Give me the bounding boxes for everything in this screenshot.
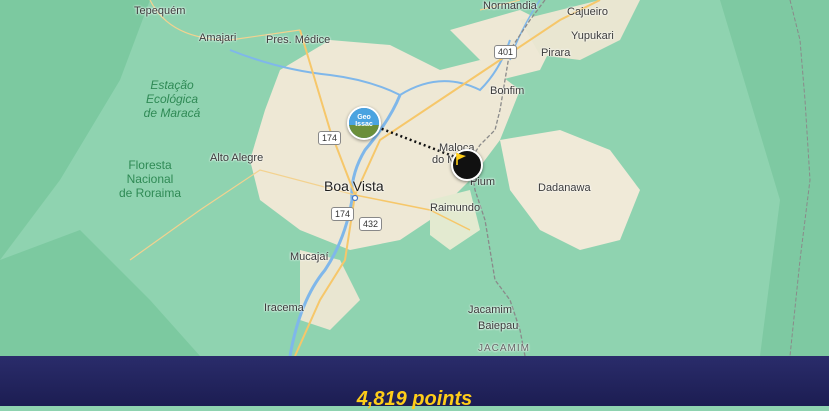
place-cajueiro: Cajueiro: [567, 6, 608, 18]
answer-marker[interactable]: [451, 149, 483, 181]
place-alto-alegre: Alto Alegre: [210, 152, 264, 164]
place-jacamim: Jacamim: [468, 304, 513, 316]
park-maraca-line3: de Maracá: [143, 106, 201, 120]
place-jacamim-region: JACAMIM: [478, 343, 530, 354]
place-mucajai: Mucajaí: [290, 251, 329, 263]
place-baiepau: Baiepau: [478, 320, 519, 332]
map-view[interactable]: Tepequém Normandia Cajueiro Amajari Pres…: [0, 0, 829, 356]
result-panel: 4,819 points: [0, 356, 829, 410]
guess-marker[interactable]: Geo Issac: [347, 106, 381, 140]
park-maraca-line2: Ecológica: [145, 92, 199, 106]
place-dadanawa: Dadanawa: [538, 182, 591, 194]
park-roraima-line1: Floresta: [128, 158, 172, 172]
road-shield-401: 401: [494, 45, 518, 59]
place-pres-medice: Pres. Médice: [266, 34, 331, 46]
road-shield-174-south: 174: [331, 207, 355, 221]
park-roraima-line2: Nacional: [126, 172, 174, 186]
place-amajari: Amajari: [199, 32, 237, 44]
score-text: 4,819 points: [356, 388, 473, 410]
place-tepequem: Tepequém: [134, 5, 186, 17]
place-boa-vista: Boa Vista: [324, 178, 384, 194]
park-roraima: Floresta Nacional de Roraima: [112, 158, 188, 200]
road-shield-432: 432: [359, 217, 383, 231]
place-raimundo: Raimundo: [430, 202, 481, 214]
flag-icon: [456, 153, 466, 165]
place-bonfim: Bonfim: [490, 85, 525, 97]
place-pirara: Pirara: [541, 47, 571, 59]
place-normandia: Normandia: [483, 0, 537, 12]
road-shield-174-north: 174: [318, 131, 342, 145]
guess-marker-label: Geo Issac: [355, 114, 373, 128]
park-maraca-line1: Estação: [150, 78, 194, 92]
park-roraima-line3: de Roraima: [118, 186, 182, 200]
place-iracema: Iracema: [264, 302, 304, 314]
place-yupukari: Yupukari: [571, 30, 614, 42]
park-maraca: Estação Ecológica de Maracá: [134, 78, 210, 120]
